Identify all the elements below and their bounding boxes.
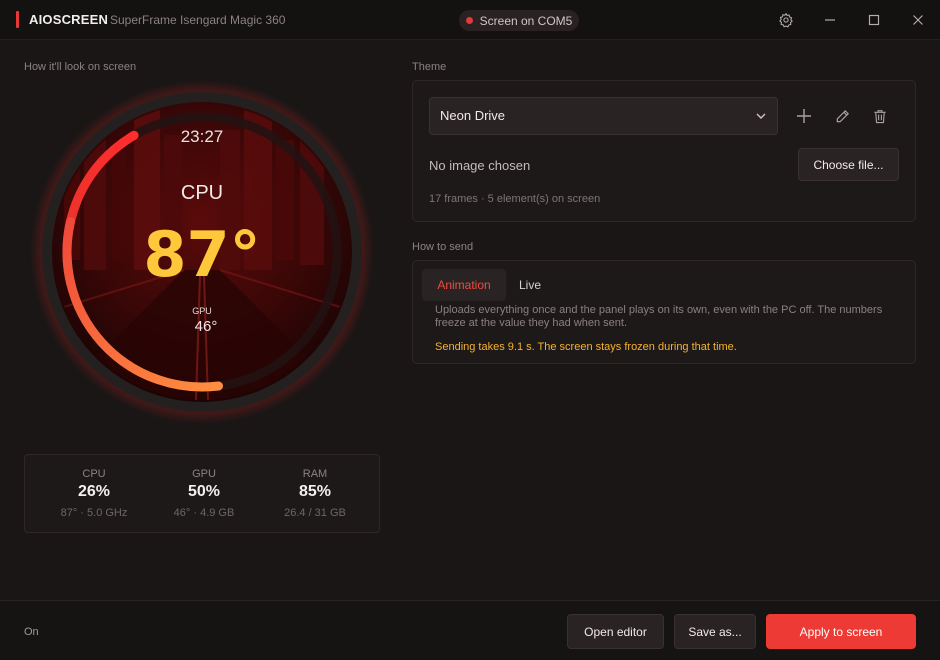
theme-card: Neon Drive No image chosen Choose file..… — [412, 80, 916, 222]
stat-value: 50% — [187, 483, 221, 500]
cpu-label-text: CPU — [181, 182, 223, 204]
minimize-button[interactable] — [818, 8, 842, 32]
gpu-label-text: GPU — [192, 306, 212, 316]
connection-status-badge: Screen on COM5 — [459, 10, 579, 31]
footer-status-text: On — [24, 626, 39, 638]
maximize-icon — [868, 14, 880, 26]
cpu-temp-value: 87° — [143, 218, 260, 291]
open-editor-button[interactable]: Open editor — [567, 614, 664, 649]
pencil-icon — [836, 109, 849, 122]
stat-detail: 87° · 5.0 GHz — [60, 507, 128, 519]
theme-select[interactable]: Neon Drive — [429, 97, 778, 135]
stat-detail: 26.4 / 31 GB — [284, 507, 346, 519]
minimize-icon — [825, 19, 835, 21]
screen-preview: 23:27 CPU 87° GPU 46° — [24, 80, 380, 440]
stat-cpu: CPU 26% 87° · 5.0 GHz — [39, 455, 149, 519]
clock-text: 23:27 — [181, 127, 224, 146]
image-status-text: No image chosen — [429, 158, 531, 173]
theme-select-value: Neon Drive — [440, 108, 506, 123]
stat-label: CPU — [82, 468, 106, 480]
connection-status-text: Screen on COM5 — [479, 13, 573, 28]
send-section-label: How to send — [412, 241, 474, 253]
send-warning-text: Sending takes 9.1 s. The screen stays fr… — [435, 341, 737, 353]
apply-to-screen-button[interactable]: Apply to screen — [766, 614, 916, 649]
status-dot-icon — [465, 17, 473, 24]
stat-label: RAM — [302, 468, 328, 480]
stat-detail: 46° · 4.9 GB — [173, 507, 235, 519]
stat-gpu: GPU 50% 46° · 4.9 GB — [149, 455, 259, 519]
preview-section-label: How it'll look on screen — [24, 61, 137, 73]
chevron-down-icon — [756, 113, 766, 119]
app-title: AIOSCREEN — [29, 12, 109, 27]
plus-icon — [797, 109, 811, 123]
gpu-temp-value: 46° — [195, 318, 218, 335]
stat-value: 26% — [77, 483, 111, 500]
title-bar: AIOSCREEN SuperFrame Isengard Magic 360 … — [0, 0, 940, 40]
tab-live[interactable]: Live — [519, 269, 541, 301]
save-as-button[interactable]: Save as... — [674, 614, 756, 649]
add-theme-button[interactable] — [792, 104, 816, 128]
choose-file-button[interactable]: Choose file... — [798, 148, 899, 181]
tab-animation[interactable]: Animation — [422, 269, 506, 301]
close-button[interactable] — [906, 8, 930, 32]
stat-value: 85% — [298, 483, 332, 500]
system-stats-card: CPU 26% 87° · 5.0 GHz GPU 50% 46° · 4.9 … — [24, 454, 380, 533]
maximize-button[interactable] — [862, 8, 886, 32]
close-icon — [913, 15, 923, 25]
stat-ram: RAM 85% 26.4 / 31 GB — [260, 455, 370, 519]
theme-meta-text: 17 frames · 5 element(s) on screen — [429, 193, 601, 205]
send-mode-card: Animation Live Uploads everything once a… — [412, 260, 916, 364]
settings-button[interactable] — [774, 8, 798, 32]
brand-mark — [16, 11, 19, 28]
stat-label: GPU — [192, 468, 216, 480]
edit-theme-button[interactable] — [830, 104, 854, 128]
trash-icon — [874, 109, 886, 123]
device-name: SuperFrame Isengard Magic 360 — [110, 13, 286, 27]
round-screen-preview: 23:27 CPU 87° GPU 46° — [30, 80, 374, 424]
delete-theme-button[interactable] — [868, 104, 892, 128]
theme-section-label: Theme — [412, 61, 447, 73]
footer-bar: On Open editor Save as... Apply to scree… — [0, 600, 940, 660]
gear-icon — [779, 12, 793, 28]
send-mode-description: Uploads everything once and the panel pl… — [435, 304, 883, 329]
